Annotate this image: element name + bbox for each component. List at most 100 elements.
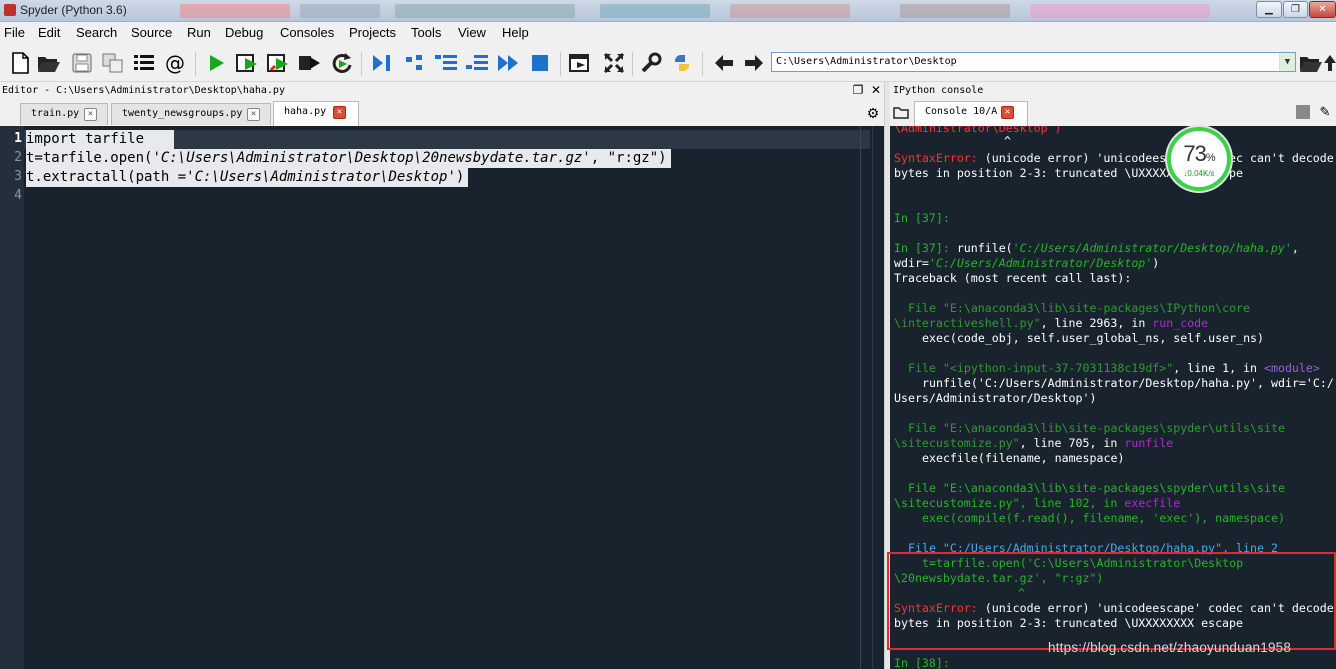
forward-arrow-icon[interactable] — [742, 51, 766, 75]
save-icon[interactable] — [70, 51, 94, 75]
tab-label: twenty_newsgroups.py — [122, 108, 243, 119]
console-line: execfile(filename, namespace) — [922, 451, 1125, 465]
code-line-3: t.extractall(path ='C:\Users\Administrat… — [26, 168, 469, 187]
title-bar: Spyder (Python 3.6) ▁ ❐ ✕ — [0, 0, 1336, 22]
working-directory-value: C:\Users\Administrator\Desktop — [776, 56, 957, 67]
console-tab-bar: Console 10/A ✕ ✎ — [890, 100, 1336, 126]
python-path-icon[interactable] — [670, 51, 694, 75]
console-line: \sitecustomize.py", line 102, in execfil… — [894, 496, 1181, 510]
console-line: wdir='C:/Users/Administrator/Desktop') — [894, 256, 1160, 270]
stop-icon[interactable] — [528, 51, 552, 75]
menu-edit[interactable]: Edit — [38, 25, 60, 40]
console-line: In [37]: runfile('C:/Users/Administrator… — [894, 241, 1299, 255]
fullscreen-icon[interactable] — [602, 51, 626, 75]
console-line: \sitecustomize.py", line 705, in runfile — [894, 436, 1174, 450]
working-directory-input[interactable]: C:\Users\Administrator\Desktop ▼ — [771, 52, 1296, 72]
menu-file[interactable]: File — [4, 25, 25, 40]
speed-percent: 73% — [1183, 141, 1215, 166]
console-pane-title: IPython console — [890, 82, 1336, 100]
console-line: Traceback (most recent call last): — [894, 271, 1132, 285]
step-return-icon[interactable] — [465, 51, 489, 75]
console-line: \Administrator\Desktop') — [894, 126, 1062, 135]
console-line: File "E:\anaconda3\lib\site-packages\IPy… — [908, 301, 1251, 315]
maximize-pane-icon[interactable] — [569, 51, 593, 75]
code-editor[interactable]: 1 2 3 4 import tarfile t=tarfile.open('C… — [0, 126, 884, 669]
run-selection-icon[interactable] — [298, 51, 322, 75]
browse-folder-icon[interactable] — [1299, 51, 1323, 75]
open-file-icon[interactable] — [37, 51, 61, 75]
line-number: 3 — [14, 169, 22, 184]
menu-projects[interactable]: Projects — [349, 25, 396, 40]
tab-twenty-newsgroups-py[interactable]: twenty_newsgroups.py ✕ — [111, 103, 271, 125]
console-caret: ^ — [1004, 134, 1011, 148]
stop-kernel-icon[interactable] — [1296, 105, 1310, 119]
menu-run[interactable]: Run — [187, 25, 211, 40]
rerun-icon[interactable] — [330, 51, 354, 75]
run-cell-icon[interactable] — [236, 51, 260, 75]
menu-tools[interactable]: Tools — [411, 25, 441, 40]
tab-label: haha.py — [284, 106, 327, 117]
gear-icon[interactable]: ⚙ — [864, 104, 882, 122]
line-number: 1 — [14, 131, 22, 146]
network-speed-widget[interactable]: 73% ↓0.04K/s — [1167, 127, 1231, 191]
code-line-1: import tarfile — [26, 130, 174, 149]
console-line: Users/Administrator/Desktop') — [894, 391, 1097, 405]
console-line: exec(code_obj, self.user_global_ns, self… — [922, 331, 1265, 345]
console-line: File "E:\anaconda3\lib\site-packages\spy… — [908, 421, 1285, 435]
edit-icon[interactable]: ✎ — [1316, 103, 1334, 121]
error-highlight-box — [887, 552, 1336, 650]
run-cell-advance-icon[interactable] — [267, 51, 291, 75]
editor-scrollbar[interactable] — [872, 126, 884, 669]
spyder-window: Spyder (Python 3.6) ▁ ❐ ✕ File Edit Sear… — [0, 0, 1336, 669]
close-button[interactable]: ✕ — [1309, 1, 1336, 18]
step-into-icon[interactable] — [434, 51, 458, 75]
close-tab-icon[interactable]: ✕ — [1001, 106, 1014, 119]
close-tab-icon[interactable]: ✕ — [333, 106, 346, 119]
console-line: exec(compile(f.read(), filename, 'exec')… — [922, 511, 1285, 525]
watermark: https://blog.csdn.net/zhaoyunduan1958 — [1048, 640, 1292, 655]
step-icon[interactable] — [403, 51, 427, 75]
tab-train-py[interactable]: train.py ✕ — [20, 103, 108, 125]
new-file-icon[interactable] — [8, 51, 32, 75]
parent-directory-icon[interactable] — [1324, 51, 1336, 75]
menu-consoles[interactable]: Consoles — [280, 25, 334, 40]
chevron-down-icon[interactable]: ▼ — [1279, 53, 1295, 71]
console-line: runfile('C:/Users/Administrator/Desktop/… — [922, 376, 1334, 390]
spyder-app-icon — [4, 4, 16, 16]
console-prompt: In [38]: — [894, 656, 950, 669]
continue-icon[interactable] — [496, 51, 520, 75]
run-icon[interactable] — [204, 51, 228, 75]
debug-icon[interactable] — [370, 51, 394, 75]
minimize-button[interactable]: ▁ — [1256, 1, 1282, 18]
undock-icon[interactable]: ❐ — [850, 82, 866, 98]
outline-icon[interactable] — [132, 51, 156, 75]
save-all-icon[interactable] — [101, 51, 125, 75]
console-line: SyntaxError: (unicode error) 'unicodeesc… — [894, 151, 1334, 165]
code-line-2: t=tarfile.open('C:\Users\Administrator\D… — [26, 149, 671, 168]
maximize-button[interactable]: ❐ — [1283, 1, 1308, 18]
console-line: File "E:\anaconda3\lib\site-packages\spy… — [908, 481, 1285, 495]
line-number-gutter: 1 2 3 4 — [0, 126, 24, 669]
close-tab-icon[interactable]: ✕ — [84, 108, 97, 121]
menu-view[interactable]: View — [458, 25, 486, 40]
menu-help[interactable]: Help — [502, 25, 529, 40]
menu-bar: File Edit Search Source Run Debug Consol… — [0, 22, 1336, 44]
tab-label: train.py — [31, 108, 80, 119]
menu-source[interactable]: Source — [131, 25, 172, 40]
speed-rate: ↓0.04K/s — [1183, 169, 1215, 178]
back-arrow-icon[interactable] — [712, 51, 736, 75]
menu-search[interactable]: Search — [76, 25, 117, 40]
tab-console[interactable]: Console 10/A ✕ — [914, 101, 1028, 126]
main-toolbar: @ C:\Users\Administrator\Desktop ▼ — [0, 44, 1336, 82]
close-pane-icon[interactable]: ✕ — [868, 82, 884, 98]
console-line: File "<ipython-input-37-7031138c19df>", … — [908, 361, 1320, 375]
close-tab-icon[interactable]: ✕ — [247, 108, 260, 121]
browse-tabs-icon[interactable] — [892, 103, 910, 121]
preferences-icon[interactable] — [639, 51, 663, 75]
menu-debug[interactable]: Debug — [225, 25, 263, 40]
line-number: 4 — [14, 188, 22, 203]
tab-label: Console 10/A — [925, 106, 998, 117]
at-icon[interactable]: @ — [163, 51, 187, 75]
tab-haha-py[interactable]: haha.py ✕ — [273, 101, 359, 126]
editor-pane-title: Editor - C:\Users\Administrator\Desktop\… — [0, 82, 884, 100]
